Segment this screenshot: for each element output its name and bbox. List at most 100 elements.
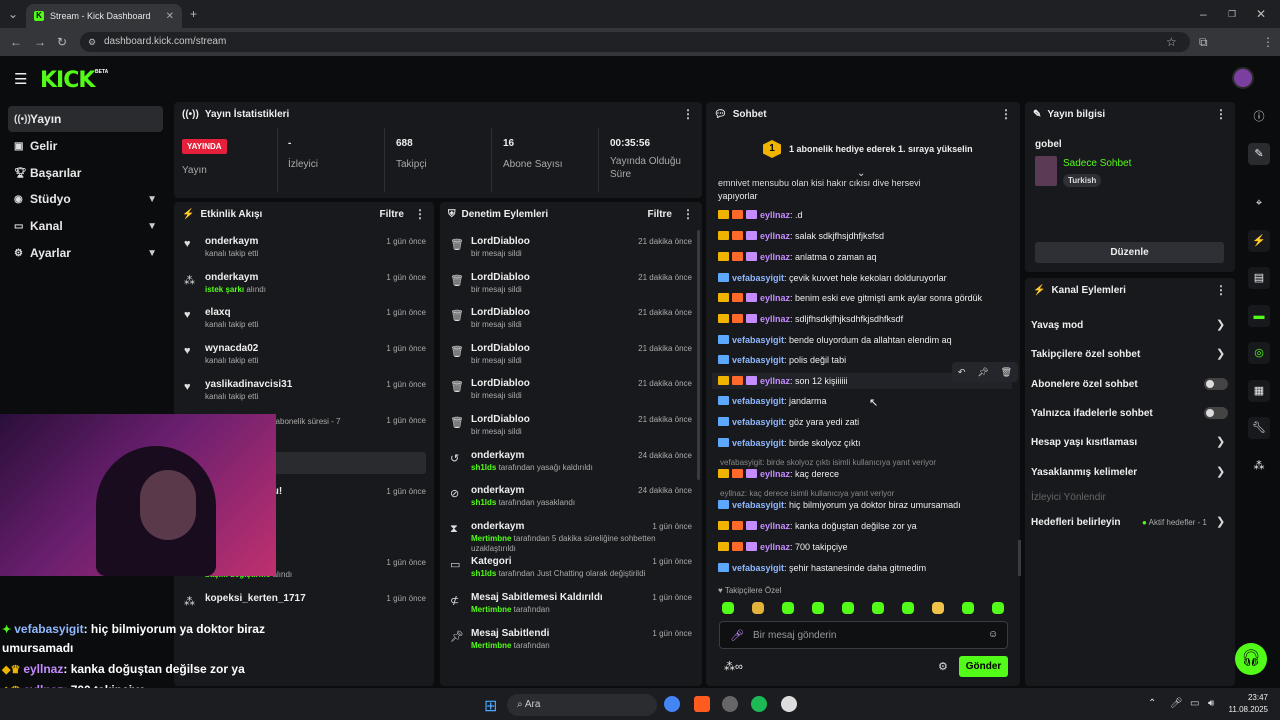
site-info-icon[interactable]: ⚙ (88, 36, 96, 48)
document-icon[interactable]: ▤ (1248, 267, 1270, 289)
lightning-rail-icon[interactable]: ⚡ (1248, 230, 1270, 252)
spotify-icon[interactable] (751, 696, 767, 712)
chat-username[interactable]: eyllnaz (760, 521, 790, 531)
edit-button[interactable]: Düzenle (1035, 242, 1224, 263)
chat-username[interactable]: vefabasyigit (732, 438, 784, 448)
sidebar-item-yayin[interactable]: ((•)) Yayın (8, 106, 163, 132)
bookmark-star-icon[interactable]: ☆ (1166, 36, 1177, 48)
emote-icon[interactable] (992, 602, 1004, 614)
moderation-item[interactable]: 🗑︎ LordDiabloo bir mesajı sildi 21 dakika ö… (450, 272, 692, 304)
sidebar-item-kanal[interactable]: ▭ Kanal ▼ (8, 213, 163, 239)
chat-username[interactable]: vefabasyigit (732, 563, 784, 573)
pin-icon[interactable]: 📌︎ (977, 367, 988, 378)
chat-message[interactable]: eyllnaz: salak sdkjfhsjdhfjksfsd (718, 231, 884, 241)
sidebar-item-ayarlar[interactable]: ⚙ Ayarlar ▼ (8, 240, 163, 266)
chat-message[interactable]: vefabasyigit: bende oluyordum da allahta… (718, 335, 952, 345)
emote-icon[interactable] (782, 602, 794, 614)
more-icon[interactable]: ⋮ (1000, 107, 1012, 121)
chat-input[interactable]: 🎤︎ Bir mesaj gönderin ☺ (719, 621, 1008, 649)
chat-username[interactable]: vefabasyigit (732, 500, 784, 510)
emote-icon[interactable] (812, 602, 824, 614)
chat-message[interactable]: eyllnaz: anlatma o zaman aq (718, 252, 877, 262)
chat-message[interactable]: vefabasyigit: şehir hastanesinde daha gi… (718, 563, 926, 573)
chat-username[interactable]: eyllnaz (760, 469, 790, 479)
sidebar-item-studyo[interactable]: ◉ Stüdyo ▼ (8, 186, 163, 212)
moderation-item[interactable]: ↺ onderkaym sh1lds tarafından yasağı kaldı… (450, 450, 692, 482)
more-icon[interactable]: ⋮ (1215, 107, 1227, 121)
points-rail-icon[interactable]: ⁂ (1248, 455, 1270, 477)
emote-chat-toggle[interactable] (1204, 407, 1228, 419)
emoji-icon[interactable]: ☺ (988, 629, 998, 640)
layout-icon[interactable]: ▦ (1248, 380, 1270, 402)
chat-message[interactable]: vefabasyigit: birde skolyoz çıktı (718, 438, 861, 448)
browser-menu-icon[interactable]: ⋮ (1262, 36, 1274, 48)
chat-message[interactable]: eyllnaz: sdljfhsdkjfhjksdhfkjsdhfksdf (718, 314, 903, 324)
tab-search-icon[interactable]: ⌄ (8, 8, 18, 20)
moderation-item[interactable]: ▭ Kategori sh1lds tarafından Just Chatting… (450, 556, 692, 588)
chat-message[interactable]: eyllnaz: kanka doğuştan değilse zor ya (718, 521, 917, 531)
moderation-filter-button[interactable]: Filtre (648, 209, 672, 220)
chat-username[interactable]: eyllnaz (760, 231, 790, 241)
more-icon[interactable]: ⋮ (682, 207, 694, 221)
chevron-right-icon[interactable]: ❯ (1216, 347, 1225, 360)
hamburger-menu-icon[interactable]: ☰ (14, 70, 27, 88)
chat-message[interactable]: eyllnaz: benim eski eve gitmişti amk ayl… (718, 293, 982, 303)
subs-chat-toggle[interactable] (1204, 378, 1228, 390)
account-age-item[interactable]: Hesap yaşı kısıtlaması (1031, 437, 1137, 448)
chat-username[interactable]: vefabasyigit (732, 355, 784, 365)
brave-icon[interactable] (694, 696, 710, 712)
chat-username[interactable]: eyllnaz (760, 293, 790, 303)
chat-rail-icon[interactable]: ▬ (1248, 305, 1270, 327)
broadcast-rail-icon[interactable]: ◎ (1248, 342, 1270, 364)
emote-icon[interactable] (932, 602, 944, 614)
window-close-icon[interactable]: ✕ (1256, 8, 1266, 20)
chevron-right-icon[interactable]: ❯ (1216, 435, 1225, 448)
activity-item[interactable]: ♥ onderkaym kanalı takip etti 1 gün önce (184, 236, 426, 268)
chrome-icon[interactable] (664, 696, 680, 712)
more-icon[interactable]: ⋮ (682, 107, 694, 121)
delete-icon[interactable]: 🗑︎ (1001, 367, 1012, 378)
chat-username[interactable]: eyllnaz (760, 376, 790, 386)
more-icon[interactable]: ⋮ (1215, 283, 1227, 297)
emote-icon[interactable] (872, 602, 884, 614)
moderation-item[interactable]: 🗑︎ LordDiabloo bir mesajı sildi 21 dakika ö… (450, 343, 692, 375)
chat-username[interactable]: eyllnaz (760, 314, 790, 324)
url-field[interactable]: dashboard.kick.com/stream (80, 32, 1190, 52)
moderation-item[interactable]: ⊘ onderkaym sh1lds tarafından yasaklandı 24… (450, 485, 692, 517)
moderation-item[interactable]: 🗑︎ LordDiabloo bir mesajı sildi 21 dakika ö… (450, 414, 692, 446)
slow-mode-item[interactable]: Yavaş mod (1031, 320, 1083, 331)
chat-message[interactable]: eyllnaz: 700 takipçiye (718, 542, 848, 552)
mic-tray-icon[interactable]: 🎤︎ (1170, 698, 1183, 709)
reply-icon[interactable]: ↶ (958, 367, 966, 378)
user-avatar[interactable] (1232, 67, 1254, 89)
forward-icon[interactable]: → (34, 36, 46, 48)
chat-message[interactable]: eyllnaz: .d (718, 210, 803, 220)
tray-chevron-icon[interactable]: ⌃ (1148, 698, 1156, 709)
windows-start-icon[interactable]: ⊞ (484, 696, 497, 716)
taskbar-search[interactable]: ⌕ Ara (507, 694, 657, 716)
chevron-right-icon[interactable]: ❯ (1216, 318, 1225, 331)
moderation-scrollbar[interactable] (697, 230, 700, 480)
gift-banner[interactable]: 1 abonelik hediye ederek 1. sıraya yükse… (789, 144, 973, 154)
moderation-item[interactable]: ⊄ Mesaj Sabitlemesi Kaldırıldı Mertimbne t… (450, 592, 692, 624)
chevron-right-icon[interactable]: ❯ (1216, 515, 1225, 528)
chat-username[interactable]: eyllnaz (760, 542, 790, 552)
chat-username[interactable]: vefabasyigit (732, 396, 784, 406)
moderation-item[interactable]: 🗑︎ LordDiabloo bir mesajı sildi 21 dakika ö… (450, 307, 692, 339)
back-icon[interactable]: ← (10, 36, 22, 48)
chat-message[interactable]: vefabasyigit: çevik kuvvet hele kekoları… (718, 273, 947, 283)
goals-item[interactable]: Hedefleri belirleyin (1031, 517, 1120, 528)
kick-logo[interactable]: KICK (40, 68, 95, 93)
moderation-item[interactable]: 🗑︎ LordDiabloo bir mesajı sildi 21 dakika ö… (450, 378, 692, 410)
minimize-icon[interactable]: – (1200, 8, 1207, 20)
activity-filter-button[interactable]: Filtre (380, 209, 404, 220)
reload-icon[interactable]: ↻ (57, 36, 67, 48)
chevron-right-icon[interactable]: ❯ (1216, 465, 1225, 478)
emote-icon[interactable] (902, 602, 914, 614)
more-icon[interactable]: ⋮ (414, 207, 426, 221)
chat-username[interactable]: vefabasyigit (732, 273, 784, 283)
emote-icon[interactable] (842, 602, 854, 614)
support-headset-icon[interactable]: 🎧︎ (1235, 643, 1267, 675)
moderation-item[interactable]: 📌︎ Mesaj Sabitlendi Mertimbne tarafından 1 … (450, 628, 692, 660)
chat-username[interactable]: eyllnaz (760, 210, 790, 220)
